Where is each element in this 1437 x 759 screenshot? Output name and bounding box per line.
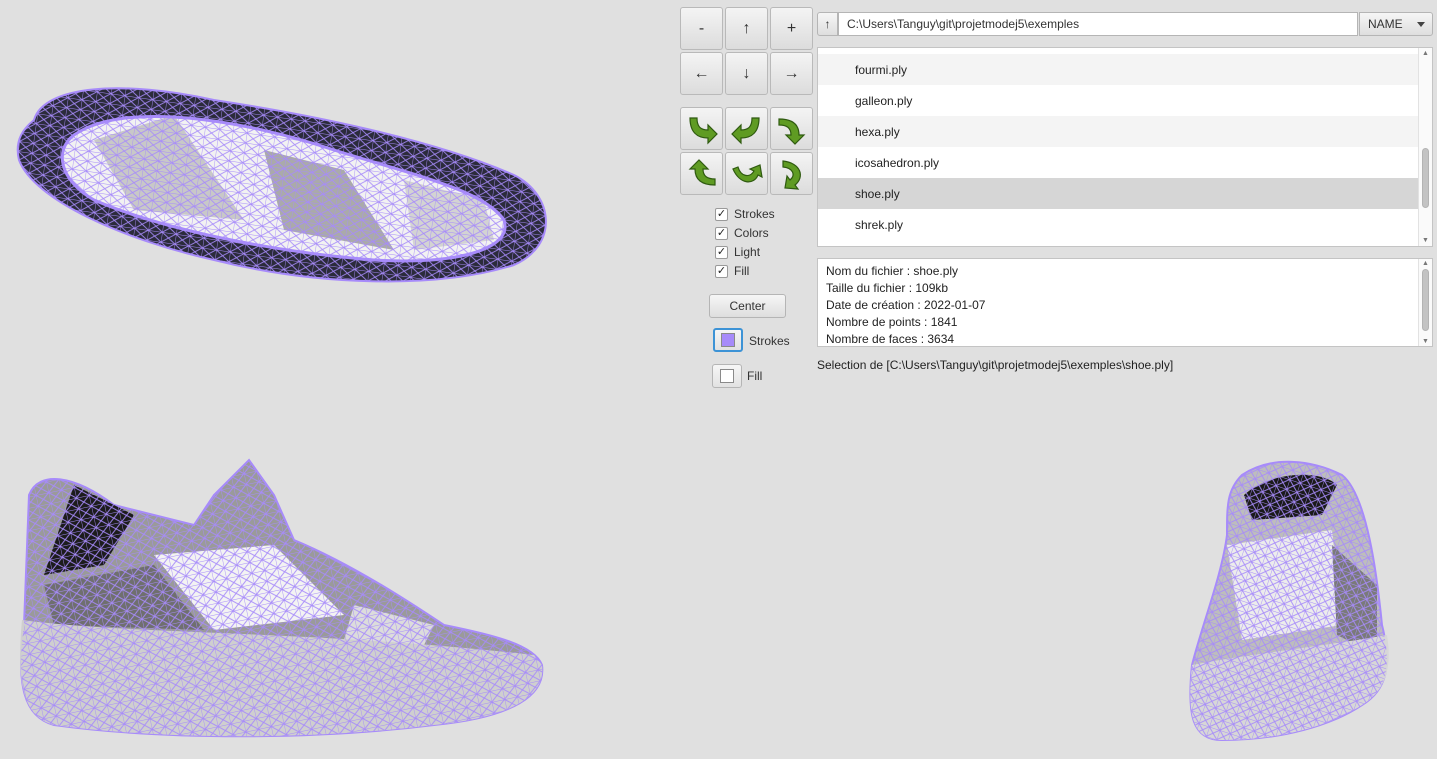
- fill-color-picker[interactable]: [712, 364, 742, 388]
- shoe-model-back: [1189, 460, 1389, 742]
- file-info-panel: Nom du fichier : shoe.ply Taille du fich…: [817, 258, 1433, 347]
- checkbox-box[interactable]: ✓: [715, 245, 728, 259]
- move-left-button[interactable]: ←: [680, 52, 723, 95]
- move-up-button[interactable]: ↑: [725, 7, 768, 50]
- scroll-up-icon[interactable]: ▲: [1422, 260, 1429, 267]
- list-item[interactable]: galleon.ply: [818, 85, 1419, 116]
- light-checkbox[interactable]: ✓ Light: [715, 243, 760, 261]
- info-file-name: Nom du fichier : shoe.ply: [826, 264, 959, 278]
- strokes-color-picker[interactable]: [713, 328, 743, 352]
- list-item[interactable]: fourmi.ply: [818, 54, 1419, 85]
- list-item[interactable]: shrek.ply: [818, 209, 1419, 240]
- list-item-selected[interactable]: shoe.ply: [818, 178, 1419, 209]
- center-button[interactable]: Center: [709, 294, 786, 318]
- info-creation-date: Date de création : 2022-01-07: [826, 298, 986, 312]
- rotate-down-arrow-icon: [777, 117, 805, 145]
- sort-select[interactable]: NAME: [1359, 12, 1433, 36]
- rotate-y-minus-button[interactable]: [680, 152, 723, 195]
- scroll-down-icon[interactable]: ▼: [1422, 237, 1429, 244]
- top-view-canvas[interactable]: [14, 80, 550, 292]
- info-point-count: Nombre de points : 1841: [826, 315, 958, 329]
- status-text: Selection de [C:\Users\Tanguy\git\projet…: [817, 358, 1174, 372]
- checkbox-label: Strokes: [734, 207, 775, 221]
- checkbox-box[interactable]: ✓: [715, 264, 728, 278]
- fill-checkbox[interactable]: ✓ Fill: [715, 262, 749, 280]
- path-input[interactable]: C:\Users\Tanguy\git\projetmodej5\exemple…: [838, 12, 1358, 36]
- list-item[interactable]: hexa.ply: [818, 116, 1419, 147]
- rotate-y-plus-button[interactable]: [770, 107, 813, 150]
- rotate-right-arrow-icon: [688, 116, 718, 144]
- checkbox-box[interactable]: ✓: [715, 226, 728, 240]
- scroll-down-icon[interactable]: ▼: [1422, 338, 1429, 345]
- checkbox-label: Colors: [734, 226, 769, 240]
- file-name: shoe.ply: [855, 186, 900, 201]
- file-name: shrek.ply: [855, 217, 904, 232]
- zoom-in-button[interactable]: +: [770, 7, 813, 50]
- list-item[interactable]: icosahedron.ply: [818, 147, 1419, 178]
- rotate-z-plus-button[interactable]: [725, 152, 768, 195]
- info-face-count: Nombre de faces : 3634: [826, 332, 955, 346]
- rotate-z-minus-button[interactable]: [770, 152, 813, 195]
- rotate-left-arrow-icon: [730, 116, 760, 144]
- checkbox-label: Light: [734, 245, 761, 259]
- rotate-curl-arrow-icon: [781, 159, 801, 190]
- colors-checkbox[interactable]: ✓ Colors: [715, 224, 769, 242]
- scroll-up-icon[interactable]: ▲: [1422, 50, 1429, 57]
- side-view-canvas[interactable]: [14, 455, 550, 745]
- rotate-x-plus-button[interactable]: [680, 107, 723, 150]
- zoom-out-button[interactable]: -: [680, 7, 723, 50]
- file-name: icosahedron.ply: [855, 155, 940, 170]
- strokes-color-swatch: [721, 333, 735, 347]
- chevron-down-icon: [1417, 22, 1425, 27]
- checkbox-label: Fill: [734, 264, 750, 278]
- back-view-canvas[interactable]: [1182, 455, 1397, 745]
- fill-color-swatch: [720, 369, 734, 383]
- scrollbar-thumb[interactable]: [1422, 148, 1429, 208]
- strokes-checkbox[interactable]: ✓ Strokes: [715, 205, 775, 223]
- file-name: galleon.ply: [855, 93, 913, 108]
- file-name: fourmi.ply: [855, 62, 908, 77]
- fill-color-label: Fill: [747, 369, 763, 383]
- path-text: C:\Users\Tanguy\git\projetmodej5\exemple…: [847, 17, 1080, 31]
- file-list-scrollbar[interactable]: ▲ ▼: [1418, 48, 1432, 246]
- rotate-swirl-arrow-icon: [731, 163, 763, 182]
- info-file-size: Taille du fichier : 109kb: [826, 281, 949, 295]
- checkbox-box[interactable]: ✓: [715, 207, 728, 221]
- file-name: hexa.ply: [855, 124, 900, 139]
- move-right-button[interactable]: →: [770, 52, 813, 95]
- info-scrollbar[interactable]: ▲ ▼: [1418, 259, 1432, 346]
- strokes-color-label: Strokes: [749, 334, 790, 348]
- shoe-model-top: [16, 87, 547, 283]
- shoe-model-side: [20, 458, 544, 738]
- rotate-x-minus-button[interactable]: [725, 107, 768, 150]
- rotate-up-arrow-icon: [688, 158, 716, 186]
- sort-value: NAME: [1368, 17, 1403, 31]
- parent-directory-button[interactable]: ↑: [817, 12, 838, 36]
- move-down-button[interactable]: ↓: [725, 52, 768, 95]
- scrollbar-thumb[interactable]: [1422, 269, 1429, 331]
- file-list[interactable]: fourmi.ply galleon.ply hexa.ply icosahed…: [817, 47, 1433, 247]
